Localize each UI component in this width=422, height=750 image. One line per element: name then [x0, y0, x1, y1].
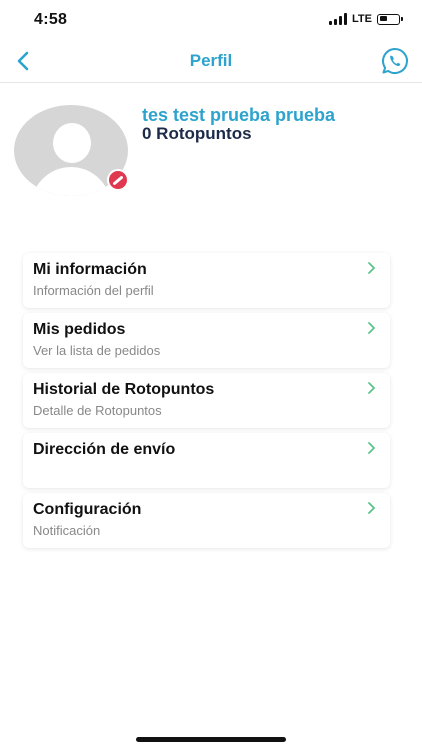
- rotopuntos-balance: 0 Rotopuntos: [142, 124, 252, 143]
- status-time: 4:58: [34, 11, 68, 28]
- profile-header: tes test prueba prueba 0 Rotopuntos: [0, 95, 422, 205]
- menu-item-title: Historial de Rotopuntos: [33, 381, 215, 398]
- menu-item-mis-pedidos[interactable]: Mis pedidos Ver la lista de pedidos: [23, 313, 390, 368]
- avatar-body-shape: [31, 167, 111, 196]
- profile-menu: Mi información Información del perfil Mi…: [23, 253, 390, 553]
- nav-bar: Perfil: [0, 40, 422, 83]
- menu-item-subtitle: Información del perfil: [33, 283, 154, 298]
- menu-item-historial-rotopuntos[interactable]: Historial de Rotopuntos Detalle de Rotop…: [23, 373, 390, 428]
- chevron-right-icon: [368, 262, 375, 274]
- menu-item-subtitle: Ver la lista de pedidos: [33, 343, 161, 358]
- whatsapp-button[interactable]: [380, 46, 410, 76]
- chevron-right-icon: [368, 442, 375, 454]
- menu-item-title: Dirección de envío: [33, 441, 176, 458]
- status-bar: 4:58 LTE: [0, 0, 422, 40]
- carrier-label: LTE: [352, 13, 372, 25]
- battery-icon: [377, 13, 403, 25]
- menu-item-configuracion[interactable]: Configuración Notificación: [23, 493, 390, 548]
- menu-item-direccion-envio[interactable]: Dirección de envío: [23, 433, 390, 488]
- avatar-head-shape: [53, 123, 91, 163]
- menu-item-subtitle: Notificación: [33, 523, 101, 538]
- menu-item-title: Mi información: [33, 261, 147, 278]
- chevron-right-icon: [368, 502, 375, 514]
- edit-badge-icon[interactable]: [107, 169, 129, 191]
- menu-item-title: Mis pedidos: [33, 321, 126, 338]
- status-indicators: LTE: [329, 13, 403, 25]
- menu-item-subtitle: Detalle de Rotopuntos: [33, 403, 162, 418]
- signal-icon: [329, 13, 348, 25]
- whatsapp-icon: [382, 48, 408, 74]
- menu-item-title: Configuración: [33, 501, 142, 518]
- menu-item-mi-informacion[interactable]: Mi información Información del perfil: [23, 253, 390, 308]
- page-title: Perfil: [189, 51, 233, 70]
- chevron-right-icon: [368, 382, 375, 394]
- user-name: tes test prueba prueba: [142, 105, 336, 125]
- home-indicator[interactable]: [136, 737, 286, 742]
- chevron-right-icon: [368, 322, 375, 334]
